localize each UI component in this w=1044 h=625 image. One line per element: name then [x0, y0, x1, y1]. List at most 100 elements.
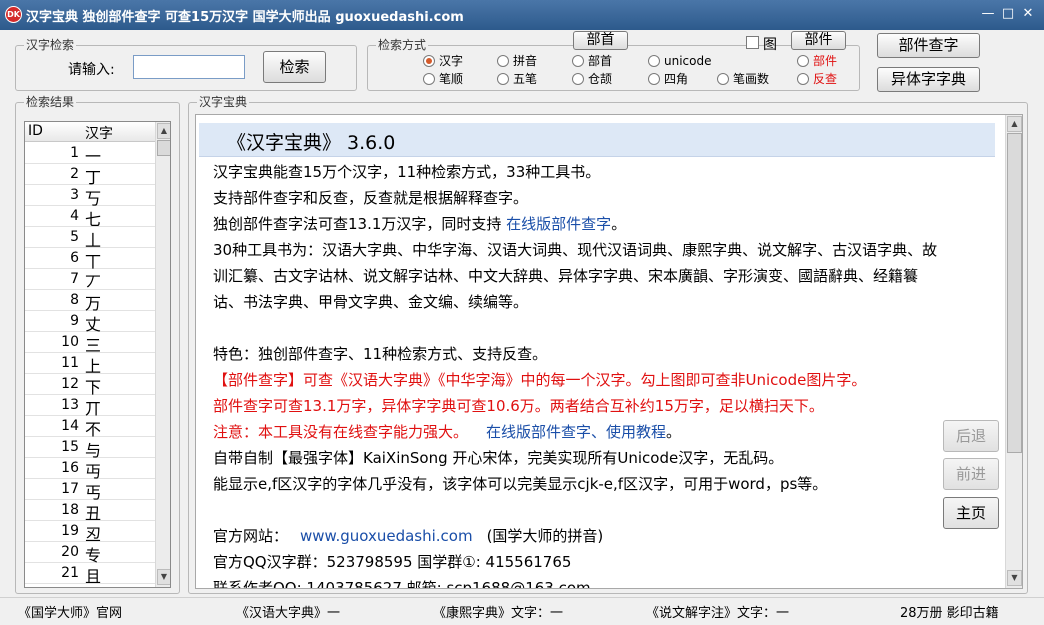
- row-id: 13: [61, 397, 79, 413]
- table-row[interactable]: 16 丏: [25, 458, 155, 481]
- title-bar[interactable]: DK 汉字宝典 独创部件查字 可查15万汉字 国学大师出品 guoxuedash…: [0, 0, 1044, 30]
- status-guoxue-link[interactable]: 《国学大师》官网: [18, 602, 122, 621]
- scroll-down-icon[interactable]: ▼: [1007, 570, 1022, 586]
- results-scrollbar[interactable]: ▲ ▼: [155, 122, 170, 587]
- search-input[interactable]: [133, 55, 245, 79]
- table-row[interactable]: 4七: [25, 206, 155, 229]
- results-table[interactable]: ID 汉字 1 一 2 丁 3 丂 4 七 5 丄 6 丅 7 丆 8 万 9 丈 10 三 11 上 12 下 13 丌 14 不 1…: [24, 121, 171, 588]
- row-id: 5: [70, 229, 79, 245]
- table-row[interactable]: 3丂: [25, 185, 155, 208]
- radio-icon: [717, 73, 729, 85]
- row-id: 14: [61, 418, 79, 434]
- radio-icon: [797, 55, 809, 67]
- search-button[interactable]: 检索: [263, 51, 326, 83]
- radio-pinyin[interactable]: 拼音: [497, 53, 537, 69]
- status-ancient-books[interactable]: 28万册 影印古籍: [900, 602, 999, 621]
- row-id: 20: [61, 544, 79, 560]
- website-link[interactable]: www.guoxuedashi.com: [300, 527, 473, 545]
- back-button[interactable]: 后退: [943, 420, 999, 452]
- radio-icon: [572, 55, 584, 67]
- status-hanyu-dict[interactable]: 《汉语大字典》一: [236, 602, 340, 621]
- status-kangxi-dict[interactable]: 《康熙字典》文字：一: [433, 602, 563, 621]
- radio-icon: [423, 73, 435, 85]
- status-bar: 《国学大师》官网 《汉语大字典》一 《康熙字典》文字：一 《说文解字注》文字：一…: [0, 597, 1044, 625]
- table-row[interactable]: 15 与: [25, 437, 155, 460]
- scroll-up-icon[interactable]: ▲: [157, 123, 170, 139]
- radio-stroke-order[interactable]: 笔顺: [423, 71, 463, 87]
- scroll-up-icon[interactable]: ▲: [1007, 116, 1022, 132]
- row-id: 2: [70, 166, 79, 182]
- radio-icon: [648, 55, 660, 67]
- search-prompt: 请输入:: [68, 62, 115, 78]
- table-row[interactable]: 20 专: [25, 542, 155, 565]
- table-row[interactable]: 1一: [25, 143, 155, 166]
- content-line: 注意：本工具没有在线查字能力强大。 在线版部件查字、使用教程。: [213, 423, 682, 441]
- content-heading-bar: 《汉字宝典》 3.6.0: [199, 123, 995, 157]
- row-id: 3: [70, 187, 79, 203]
- table-row[interactable]: 17 丐: [25, 479, 155, 502]
- forward-button[interactable]: 前进: [943, 458, 999, 490]
- radio-reverse-lookup[interactable]: 反查: [797, 71, 837, 87]
- content-scrollbar[interactable]: ▲ ▼: [1005, 115, 1022, 588]
- table-row[interactable]: 8万: [25, 290, 155, 313]
- radio-stroke-count[interactable]: 笔画数: [717, 71, 769, 87]
- table-row[interactable]: 13 丌: [25, 395, 155, 418]
- table-row[interactable]: 12 下: [25, 374, 155, 397]
- content-line: 自带自制【最强字体】KaiXinSong 开心宋体，完美实现所有Unicode汉…: [213, 449, 784, 467]
- scroll-thumb[interactable]: [1007, 133, 1022, 453]
- results-group-title: 检索结果: [24, 95, 77, 109]
- radio-component[interactable]: 部件: [797, 53, 837, 69]
- table-row[interactable]: 21 且: [25, 563, 155, 586]
- window-title: 汉字宝典 独创部件查字 可查15万汉字 国学大师出品 guoxuedashi.c…: [26, 10, 464, 25]
- scroll-down-icon[interactable]: ▼: [157, 569, 170, 585]
- radio-four-corner[interactable]: 四角: [648, 71, 688, 87]
- online-tutorial-link[interactable]: 在线版部件查字、使用教程: [486, 423, 666, 441]
- component-lookup-button[interactable]: 部件查字: [877, 33, 980, 58]
- content-line: 能显示e,f区汉字的字体几乎没有，该字体可以完美显示cjk-e,f区汉字，可用于…: [213, 475, 828, 493]
- column-header-id[interactable]: ID: [28, 123, 43, 139]
- app-icon: DK: [5, 6, 22, 23]
- row-id: 6: [70, 250, 79, 266]
- minimize-icon[interactable]: —: [978, 5, 998, 23]
- radio-hanzi[interactable]: 汉字: [423, 53, 463, 69]
- table-row[interactable]: 11 上: [25, 353, 155, 376]
- radio-radical[interactable]: 部首: [572, 53, 612, 69]
- content-line: 30种工具书为：汉语大字典、中华字海、汉语大词典、现代汉语词典、康熙字典、说文解…: [213, 241, 938, 259]
- radio-icon: [497, 73, 509, 85]
- table-row[interactable]: 19 丒: [25, 521, 155, 544]
- row-id: 16: [61, 460, 79, 476]
- status-shuowen[interactable]: 《说文解字注》文字：一: [646, 602, 789, 621]
- table-row[interactable]: 5丄: [25, 227, 155, 250]
- home-button[interactable]: 主页: [943, 497, 999, 529]
- image-checkbox[interactable]: [746, 36, 759, 49]
- content-line: 支持部件查字和反查，反查就是根据解释查字。: [213, 189, 529, 207]
- table-row[interactable]: 18 丑: [25, 500, 155, 523]
- table-row[interactable]: 2丁: [25, 164, 155, 187]
- radio-wubi[interactable]: 五笔: [497, 71, 537, 87]
- row-id: 9: [70, 313, 79, 329]
- content-line: 官方QQ汉字群：523798595 国学群①: 415561765: [213, 553, 572, 571]
- content-line: 特色：独创部件查字、11种检索方式、支持反查。: [213, 345, 548, 363]
- table-row[interactable]: 14 不: [25, 416, 155, 439]
- column-header-hanzi[interactable]: 汉字: [85, 123, 113, 143]
- scroll-thumb[interactable]: [157, 140, 170, 156]
- row-id: 18: [61, 502, 79, 518]
- radio-cangjie[interactable]: 仓颉: [572, 71, 612, 87]
- content-line: 汉字宝典能查15万个汉字，11种检索方式，33种工具书。: [213, 163, 601, 181]
- component-button[interactable]: 部件: [791, 31, 846, 50]
- radical-button[interactable]: 部首: [573, 31, 628, 50]
- table-row[interactable]: 7丆: [25, 269, 155, 292]
- close-icon[interactable]: ✕: [1018, 5, 1038, 23]
- content-pane[interactable]: 《汉字宝典》 3.6.0 汉字宝典能查15万个汉字，11种检索方式，33种工具书…: [195, 114, 1023, 589]
- variant-dict-button[interactable]: 异体字字典: [877, 67, 980, 92]
- radio-unicode[interactable]: unicode: [648, 53, 711, 69]
- table-row[interactable]: 6丅: [25, 248, 155, 271]
- table-row[interactable]: 9丈: [25, 311, 155, 334]
- maximize-icon[interactable]: □: [998, 5, 1018, 23]
- content-line: 联系作者QQ: 1403785627 邮箱: scp1688@163.com: [213, 579, 591, 589]
- table-row[interactable]: 10 三: [25, 332, 155, 355]
- results-header: ID 汉字: [25, 122, 155, 142]
- row-id: 17: [61, 481, 79, 497]
- online-component-link[interactable]: 在线版部件查字: [506, 215, 611, 233]
- radio-icon: [572, 73, 584, 85]
